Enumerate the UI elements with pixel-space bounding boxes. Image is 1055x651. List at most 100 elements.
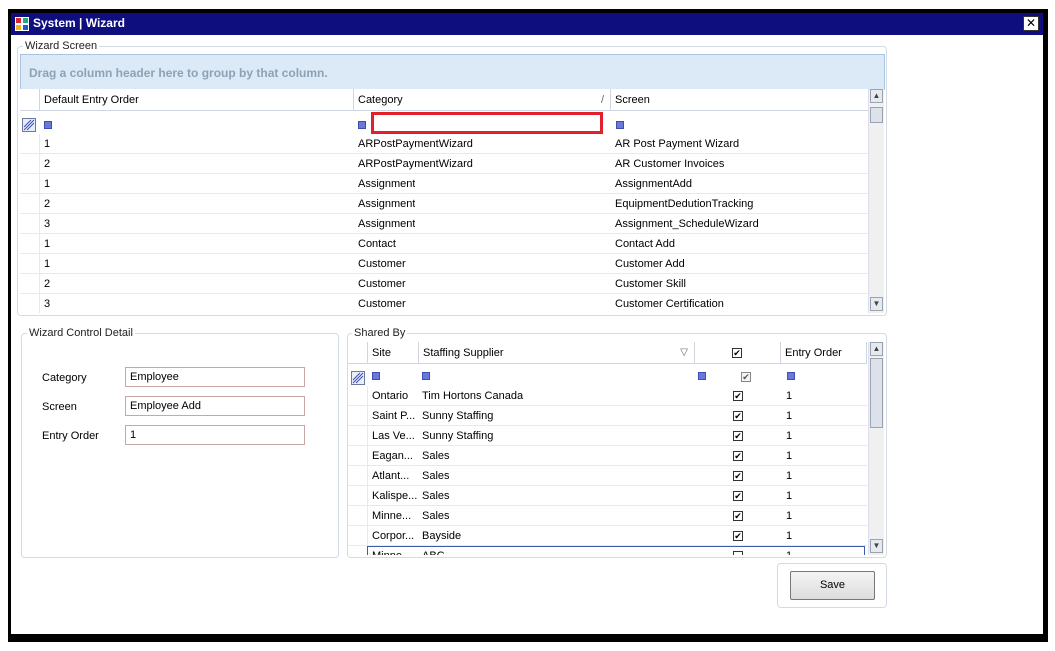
cell-category[interactable]: Customer xyxy=(358,294,406,313)
row-selector[interactable] xyxy=(20,294,40,313)
cell-supplier[interactable]: Sales xyxy=(422,446,692,466)
row-selector[interactable] xyxy=(348,486,368,505)
cell-category[interactable]: ARPostPaymentWizard xyxy=(358,154,473,174)
row-selector[interactable] xyxy=(348,526,368,545)
cell-order[interactable]: 2 xyxy=(44,274,50,294)
row-selector[interactable] xyxy=(20,134,40,153)
cell-order[interactable]: 3 xyxy=(44,214,50,234)
cell-site[interactable]: Eagan... xyxy=(372,446,419,466)
cell-category[interactable]: Assignment xyxy=(358,214,415,234)
cell-entry-order[interactable]: 1 xyxy=(786,446,856,466)
shared-checkbox[interactable]: ✔ xyxy=(733,491,743,501)
filter-dropdown-icon[interactable]: ▽ xyxy=(680,342,688,364)
shared-checkbox[interactable]: ✔ xyxy=(733,391,743,401)
shared-scrollbar[interactable]: ▲ ▼ xyxy=(868,342,884,555)
shared-filter-editor-icon[interactable] xyxy=(351,371,365,385)
col-shared[interactable]: ✔ xyxy=(695,342,781,364)
row-selector[interactable] xyxy=(20,274,40,293)
row-selector[interactable] xyxy=(20,214,40,233)
cell-entry-order[interactable]: 1 xyxy=(786,466,856,486)
cell-supplier[interactable]: Tim Hortons Canada xyxy=(422,386,692,406)
cell-screen[interactable]: Contact Add xyxy=(615,234,675,254)
cell-order[interactable]: 1 xyxy=(44,174,50,194)
row-selector[interactable] xyxy=(348,466,368,485)
filter-cell-site[interactable] xyxy=(372,372,380,380)
cell-supplier[interactable]: Sales xyxy=(422,486,692,506)
cell-screen[interactable]: Customer Skill xyxy=(615,274,686,294)
cell-order[interactable]: 1 xyxy=(44,254,50,274)
row-selector[interactable] xyxy=(20,234,40,253)
col-entry-order[interactable]: Entry Order xyxy=(781,342,867,364)
filter-cell-order[interactable] xyxy=(44,121,52,129)
cell-order[interactable]: 3 xyxy=(44,294,50,313)
cell-supplier[interactable]: Sunny Staffing xyxy=(422,426,692,446)
row-selector[interactable] xyxy=(348,426,368,445)
cell-order[interactable]: 2 xyxy=(44,154,50,174)
col-category[interactable]: Category / xyxy=(354,89,611,111)
cell-entry-order[interactable]: 1 xyxy=(786,486,856,506)
cell-site[interactable]: Ontario xyxy=(372,386,419,406)
filter-cell-shared[interactable] xyxy=(698,372,706,380)
col-screen[interactable]: Screen xyxy=(611,89,870,111)
shared-checkbox[interactable]: ✔ xyxy=(733,431,743,441)
cell-category[interactable]: Contact xyxy=(358,234,396,254)
row-selector[interactable] xyxy=(20,254,40,273)
shared-checkbox[interactable]: ✔ xyxy=(733,411,743,421)
entry-order-field[interactable]: 1 xyxy=(125,425,305,445)
cell-site[interactable]: Las Ve... xyxy=(372,426,419,446)
cell-category[interactable]: Assignment xyxy=(358,194,415,214)
col-site[interactable]: Site xyxy=(368,342,419,364)
cell-category[interactable]: ARPostPaymentWizard xyxy=(358,134,473,154)
cell-screen[interactable]: AR Post Payment Wizard xyxy=(615,134,739,154)
cell-category[interactable]: Assignment xyxy=(358,174,415,194)
cell-site[interactable]: Saint P... xyxy=(372,406,419,426)
cell-entry-order[interactable]: 1 xyxy=(786,406,856,426)
filter-editor-icon[interactable] xyxy=(22,118,36,132)
cell-screen[interactable]: AR Customer Invoices xyxy=(615,154,724,174)
group-by-area[interactable]: Drag a column header here to group by th… xyxy=(20,54,885,90)
cell-entry-order[interactable]: 1 xyxy=(786,506,856,526)
shared-scroll-down-button[interactable]: ▼ xyxy=(870,539,883,553)
filter-checkbox[interactable]: ✔ xyxy=(741,372,751,382)
scroll-thumb[interactable] xyxy=(870,107,883,123)
cell-supplier[interactable]: Sunny Staffing xyxy=(422,406,692,426)
cell-site[interactable]: Atlant... xyxy=(372,466,419,486)
cell-category[interactable]: Customer xyxy=(358,254,406,274)
shared-checkbox[interactable]: ✔ xyxy=(733,471,743,481)
cell-site[interactable]: Kalispe... xyxy=(372,486,419,506)
shared-checkbox[interactable]: ✔ xyxy=(733,531,743,541)
cell-screen[interactable]: Customer Add xyxy=(615,254,685,274)
cell-site[interactable]: Minne... xyxy=(372,506,419,526)
category-filter-highlight[interactable] xyxy=(371,112,603,134)
scroll-up-button[interactable]: ▲ xyxy=(870,89,883,103)
cell-site[interactable]: Corpor... xyxy=(372,526,419,546)
row-selector[interactable] xyxy=(20,174,40,193)
header-checkbox[interactable]: ✔ xyxy=(732,348,742,358)
cell-screen[interactable]: Assignment_ScheduleWizard xyxy=(615,214,759,234)
shared-checkbox[interactable]: ✔ xyxy=(733,511,743,521)
cell-screen[interactable]: EquipmentDedutionTracking xyxy=(615,194,753,214)
filter-cell-entry-order[interactable] xyxy=(787,372,795,380)
cell-order[interactable]: 1 xyxy=(44,134,50,154)
row-selector[interactable] xyxy=(20,154,40,173)
wizard-scrollbar[interactable]: ▲ ▼ xyxy=(868,89,884,313)
cell-entry-order[interactable]: 1 xyxy=(786,386,856,406)
cell-screen[interactable]: AssignmentAdd xyxy=(615,174,692,194)
cell-entry-order[interactable]: 1 xyxy=(786,426,856,446)
row-selector[interactable] xyxy=(348,506,368,525)
row-selector[interactable] xyxy=(348,446,368,465)
cell-supplier[interactable]: Sales xyxy=(422,506,692,526)
row-selector[interactable] xyxy=(348,386,368,405)
row-selector[interactable] xyxy=(348,406,368,425)
screen-field[interactable]: Employee Add xyxy=(125,396,305,416)
scroll-down-button[interactable]: ▼ xyxy=(870,297,883,311)
cell-entry-order[interactable]: 1 xyxy=(786,526,856,546)
title-bar[interactable]: System | Wizard ✕ xyxy=(11,13,1043,35)
cell-order[interactable]: 2 xyxy=(44,194,50,214)
cell-screen[interactable]: Customer Certification xyxy=(615,294,724,313)
col-default-entry-order[interactable]: Default Entry Order xyxy=(40,89,354,111)
row-selector[interactable] xyxy=(348,546,368,555)
shared-scroll-thumb[interactable] xyxy=(870,358,883,428)
cell-category[interactable]: Customer xyxy=(358,274,406,294)
close-button[interactable]: ✕ xyxy=(1023,16,1039,31)
